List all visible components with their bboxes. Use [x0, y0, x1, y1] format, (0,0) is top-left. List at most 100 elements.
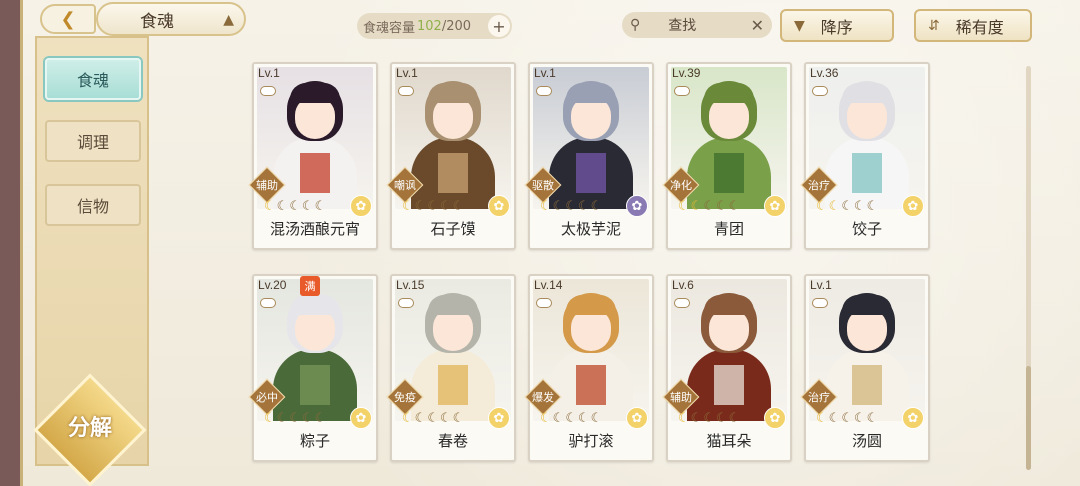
capacity-label: 食魂容量	[363, 20, 416, 36]
flower-icon: ✿	[902, 407, 924, 429]
role-label: 嘲讽	[394, 179, 416, 192]
star-icon: ☾	[841, 411, 853, 426]
star-icon: ☾	[690, 199, 703, 214]
card-name: 驴打滚	[568, 432, 614, 450]
food-soul-card[interactable]: Lv.20 满必中 ☾ ☾ ☾ ☾ ☾ ✿ 粽子	[248, 274, 378, 462]
sort-order-button[interactable]: ▼ 降序	[780, 9, 894, 42]
star-icon: ☾	[314, 411, 327, 426]
card-level: Lv.36	[810, 66, 839, 80]
star-icon: ☾	[289, 411, 301, 426]
search-input[interactable]: ⚲ 查找 ✕	[622, 12, 772, 38]
star-icon: ☾	[552, 199, 565, 214]
food-soul-card[interactable]: Lv.15 免疫 ☾ ☾ ☾ ☾ ☾ ✿ 春卷	[386, 274, 516, 462]
food-soul-card[interactable]: Lv.1 驱散 ☾ ☾ ☾ ☾ ☾ ✿ 太极芋泥	[524, 62, 654, 250]
star-icon: ☾	[816, 199, 828, 214]
card-name: 粽子	[299, 432, 330, 450]
card-level: Lv.6	[672, 278, 694, 292]
sidebar-item-food-soul[interactable]: 食魂	[45, 58, 141, 100]
role-label: 辅助	[670, 391, 692, 404]
star-icon: ☾	[590, 199, 603, 214]
scroll-thumb[interactable]	[1026, 366, 1031, 470]
star-icon: ☾	[853, 411, 866, 426]
card-level: Lv.1	[258, 66, 280, 80]
back-button[interactable]: ❮	[40, 4, 96, 34]
star-rating: ☾ ☾ ☾ ☾ ☾	[816, 411, 878, 426]
star-icon: ☾	[314, 199, 327, 214]
card-name: 饺子	[851, 220, 882, 238]
star-icon: ☾	[289, 199, 301, 214]
star-icon: ☾	[728, 199, 741, 214]
max-level-badge: 满	[300, 276, 320, 296]
sidebar-item-cooking[interactable]: 调理	[45, 120, 141, 162]
card-name: 春卷	[437, 432, 468, 450]
flower-icon: ✿	[902, 195, 924, 217]
triangle-down-icon: ▼	[794, 17, 805, 34]
capacity-plus-button[interactable]: +	[488, 15, 510, 37]
star-icon: ☾	[715, 199, 728, 214]
food-soul-card[interactable]: Lv.14 爆发 ☾ ☾ ☾ ☾ ☾ ✿ 驴打滚	[524, 274, 654, 462]
flower-icon: ✿	[764, 407, 786, 429]
flower-icon: ✿	[350, 195, 372, 217]
back-arrow-icon: ❮	[60, 8, 76, 30]
capsule-icon	[536, 298, 552, 308]
star-icon: ☾	[402, 199, 414, 214]
search-placeholder: 查找	[668, 18, 697, 34]
flower-icon: ✿	[626, 195, 648, 217]
sidebar-item-label: 信物	[76, 197, 109, 216]
page-title-tab: 食魂 ▲	[96, 2, 246, 36]
food-soul-card[interactable]: Lv.6 辅助 ☾ ☾ ☾ ☾ ☾ ✿ 猫耳朵	[662, 274, 792, 462]
capsule-icon	[674, 298, 690, 308]
star-icon: ☾	[828, 199, 841, 214]
search-icon: ⚲	[630, 17, 641, 33]
star-icon: ☾	[678, 199, 690, 214]
star-icon: ☾	[866, 199, 879, 214]
capacity-max: /200	[441, 18, 472, 34]
card-level: Lv.1	[810, 278, 832, 292]
star-icon: ☾	[816, 411, 828, 426]
star-icon: ☾	[427, 199, 439, 214]
flower-icon: ✿	[626, 407, 648, 429]
star-icon: ☾	[690, 411, 703, 426]
star-icon: ☾	[590, 411, 603, 426]
star-rating: ☾ ☾ ☾ ☾ ☾	[678, 411, 740, 426]
capsule-icon	[260, 86, 276, 96]
sidebar-item-label: 调理	[76, 133, 109, 152]
food-soul-card[interactable]: Lv.1 治疗 ☾ ☾ ☾ ☾ ☾ ✿ 汤圆	[800, 274, 930, 462]
star-icon: ☾	[678, 411, 690, 426]
star-icon: ☾	[577, 199, 590, 214]
role-label: 爆发	[532, 391, 554, 404]
star-icon: ☾	[866, 411, 879, 426]
card-level: Lv.1	[534, 66, 556, 80]
capacity-current: 102	[417, 18, 442, 34]
flower-icon: ✿	[350, 407, 372, 429]
star-rating: ☾ ☾ ☾ ☾ ☾	[402, 411, 464, 426]
scrollbar[interactable]	[1026, 66, 1031, 470]
role-label: 辅助	[256, 179, 278, 192]
page-title: 食魂	[140, 11, 174, 32]
star-icon: ☾	[452, 199, 465, 214]
sort-key-button[interactable]: ⇵ 稀有度	[914, 9, 1032, 42]
card-level: Lv.15	[396, 278, 425, 292]
card-name: 太极芋泥	[560, 220, 621, 238]
star-icon: ☾	[540, 411, 552, 426]
card-level: Lv.14	[534, 278, 563, 292]
star-icon: ☾	[828, 411, 841, 426]
star-rating: ☾ ☾ ☾ ☾ ☾	[540, 411, 602, 426]
food-soul-card[interactable]: Lv.1 嘲讽 ☾ ☾ ☾ ☾ ☾ ✿ 石子馍	[386, 62, 516, 250]
flower-icon: ✿	[764, 195, 786, 217]
role-label: 治疗	[808, 391, 830, 404]
food-soul-card[interactable]: Lv.1 辅助 ☾ ☾ ☾ ☾ ☾ ✿ 混汤酒酿元宵	[248, 62, 378, 250]
hat-icon: ▲	[223, 12, 234, 28]
sidebar-item-token[interactable]: 信物	[45, 184, 141, 226]
card-name: 汤圆	[851, 432, 882, 450]
star-icon: ☾	[439, 411, 452, 426]
food-soul-card[interactable]: Lv.36 治疗 ☾ ☾ ☾ ☾ ☾ ✿ 饺子	[800, 62, 930, 250]
food-soul-card[interactable]: Lv.39 净化 ☾ ☾ ☾ ☾ ☾ ✿ 青团	[662, 62, 792, 250]
star-icon: ☾	[439, 199, 452, 214]
flower-icon: ✿	[488, 407, 510, 429]
star-icon: ☾	[565, 411, 577, 426]
star-rating: ☾ ☾ ☾ ☾ ☾	[678, 199, 740, 214]
close-icon[interactable]: ✕	[751, 16, 764, 35]
flower-icon: ✿	[488, 195, 510, 217]
role-label: 净化	[670, 179, 692, 192]
